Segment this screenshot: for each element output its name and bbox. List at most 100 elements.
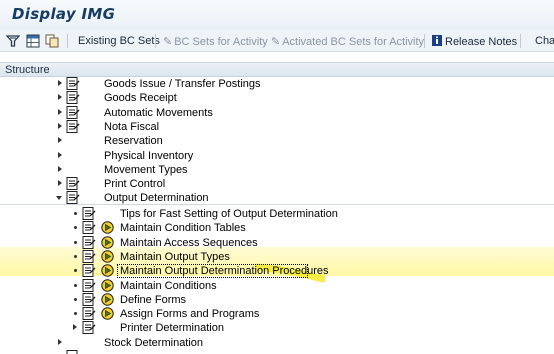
tree-activity[interactable]: Maintain Output Types <box>0 249 554 264</box>
bullet-icon <box>74 312 77 316</box>
toolbar-separator <box>155 34 156 48</box>
activated-bc-sets-button[interactable]: ✎ Activated BC Sets for Activity <box>271 35 424 48</box>
toolbar-separator <box>424 34 425 48</box>
tree-activity-label: Maintain Condition Tables <box>120 222 246 235</box>
tree-node-label: Stock Determination <box>104 337 204 349</box>
documentation-icon[interactable] <box>66 91 80 105</box>
window-title: Display IMG <box>12 5 116 23</box>
bc-set-icon: ✎ <box>163 36 173 48</box>
bullet-icon <box>74 283 77 287</box>
title-bar: Display IMG <box>0 0 554 30</box>
documentation-icon[interactable] <box>66 77 80 90</box>
tree-node-label: Movement Types <box>104 163 188 176</box>
expand-arrow-icon[interactable] <box>58 137 62 144</box>
activated-bc-sets-label: Activated BC Sets for Activity <box>282 36 425 48</box>
tree-node-label: Print Control <box>104 178 166 191</box>
tree-node[interactable]: Printer Determination <box>0 321 554 335</box>
documentation-icon[interactable] <box>82 292 96 306</box>
tree-activity-label: Maintain Access Sequences <box>120 236 258 249</box>
img-structure-tree[interactable]: Goods Issue / Transfer Postings Goods Re… <box>0 77 554 354</box>
execute-activity-icon[interactable] <box>101 293 114 306</box>
structure-header-label: Structure <box>5 64 50 76</box>
section-divider <box>0 204 554 205</box>
expand-arrow-icon[interactable] <box>58 94 62 101</box>
tree-node[interactable]: Goods Receipt <box>0 91 554 105</box>
bc-sets-for-activity-label: BC Sets for Activity <box>174 36 268 48</box>
tree-node-label: Automatic Movements <box>104 106 213 119</box>
documentation-icon[interactable] <box>82 235 96 249</box>
tree-activity[interactable]: Maintain Condition Tables <box>0 221 554 235</box>
release-notes-button[interactable]: Release Notes <box>432 35 517 48</box>
collapse-arrow-icon[interactable] <box>56 196 62 201</box>
bc-sets-for-activity-button[interactable]: ✎ BC Sets for Activity <box>163 35 268 48</box>
documentation-icon[interactable] <box>82 221 96 235</box>
tree-node[interactable]: Stock Determination <box>0 336 554 350</box>
expand-arrow-icon[interactable] <box>58 151 62 158</box>
execute-activity-icon[interactable] <box>101 307 114 320</box>
tree-activity-label: Maintain Output Types <box>120 250 230 263</box>
tree-activity[interactable]: Maintain Conditions <box>0 278 554 293</box>
documentation-icon[interactable] <box>82 307 96 321</box>
documentation-icon[interactable] <box>82 207 96 220</box>
expand-arrow-icon[interactable] <box>58 180 62 187</box>
expand-arrow-icon[interactable] <box>58 80 62 86</box>
documentation-icon[interactable] <box>66 191 80 205</box>
tree-node-label: Printer Determination <box>120 322 224 335</box>
documentation-icon[interactable] <box>82 278 96 292</box>
tree-node[interactable]: Nota Fiscal <box>0 119 554 134</box>
bullet-icon <box>74 269 77 273</box>
tree-activity[interactable]: Assign Forms and Programs <box>0 307 554 321</box>
tree-node-partial[interactable] <box>0 350 554 354</box>
structure-header: Structure <box>0 62 554 77</box>
change-button[interactable]: Char <box>535 35 554 47</box>
tree-node[interactable]: Goods Issue / Transfer Postings <box>0 77 554 91</box>
bullet-icon <box>74 226 77 230</box>
tree-node-label: Output Determination <box>104 192 209 205</box>
tree-node-label: Goods Receipt <box>104 92 177 105</box>
tree-activity[interactable]: Define Forms <box>0 292 554 307</box>
execute-activity-icon[interactable] <box>101 250 114 263</box>
tree-activity[interactable]: Maintain Access Sequences <box>0 235 554 250</box>
application-toolbar: Existing BC Sets ✎ BC Sets for Activity ✎… <box>0 30 554 52</box>
bullet-icon <box>74 240 77 244</box>
execute-activity-icon[interactable] <box>101 264 114 277</box>
execute-activity-icon[interactable] <box>101 235 114 249</box>
tree-activity-label: Tips for Fast Setting of Output Determin… <box>120 208 338 220</box>
tree-node[interactable]: Reservation <box>0 134 554 148</box>
tree-node-label: Goods Issue / Transfer Postings <box>104 78 261 90</box>
expand-arrow-icon[interactable] <box>58 165 62 172</box>
expand-arrow-icon[interactable] <box>58 108 62 115</box>
expand-arrow-icon[interactable] <box>58 339 62 345</box>
expand-arrow-icon[interactable] <box>73 324 77 331</box>
documentation-icon[interactable] <box>82 264 96 278</box>
toolbar-separator <box>520 34 521 48</box>
documentation-icon[interactable] <box>66 119 80 133</box>
execute-activity-icon[interactable] <box>101 221 114 234</box>
tree-node[interactable]: Automatic Movements <box>0 105 554 120</box>
documentation-icon[interactable] <box>66 105 80 119</box>
documentation-icon[interactable] <box>66 177 80 191</box>
tree-node[interactable]: Physical Inventory <box>0 149 554 163</box>
tree-activity-label: Assign Forms and Programs <box>120 308 260 321</box>
bullet-icon <box>74 297 77 301</box>
documentation-icon[interactable] <box>82 321 96 335</box>
execute-activity-icon[interactable] <box>101 278 114 292</box>
copy-icon[interactable] <box>45 34 59 48</box>
expand-arrow-icon[interactable] <box>58 122 62 129</box>
existing-bc-sets-button[interactable]: Existing BC Sets <box>78 35 160 47</box>
bc-set-icon: ✎ <box>271 36 281 48</box>
info-icon <box>432 35 442 46</box>
tree-node-label: Nota Fiscal <box>104 120 160 133</box>
focus-rectangle <box>117 264 308 278</box>
filter-icon[interactable] <box>6 34 20 48</box>
bullet-icon <box>74 254 77 258</box>
tree-node[interactable]: Movement Types <box>0 163 554 177</box>
documentation-icon[interactable] <box>82 249 96 263</box>
tree-node-label: Physical Inventory <box>104 149 194 162</box>
documentation-icon[interactable] <box>66 350 80 354</box>
tree-activity[interactable]: Tips for Fast Setting of Output Determin… <box>0 207 554 221</box>
grid-icon[interactable] <box>26 34 40 48</box>
tree-node[interactable]: Print Control <box>0 177 554 191</box>
toolbar-separator <box>67 34 68 48</box>
tree-node-label: Reservation <box>104 135 163 148</box>
